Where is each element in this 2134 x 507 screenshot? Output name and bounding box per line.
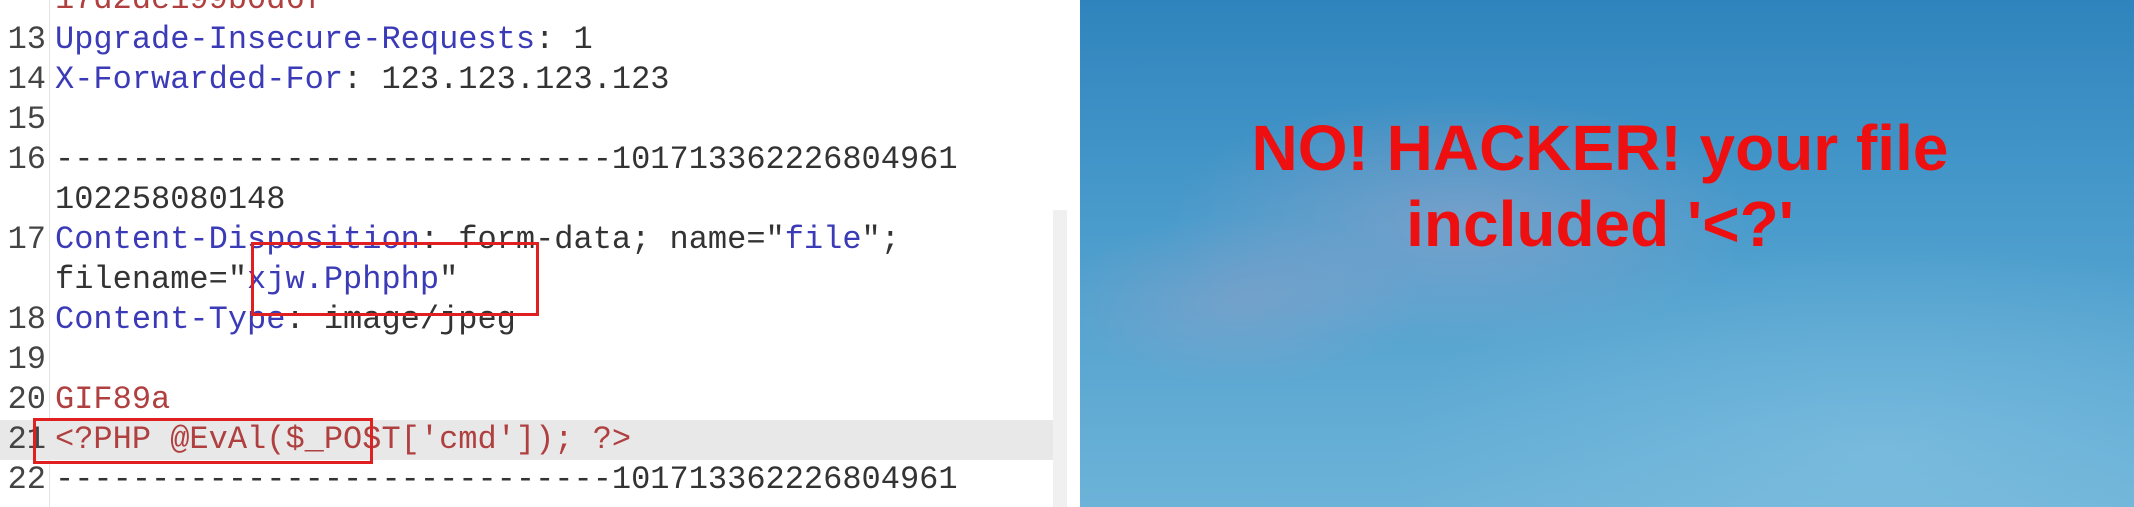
line-content[interactable]: -----------------------------10171336222… — [55, 460, 958, 500]
line-number: 17 — [7, 221, 46, 258]
code-token: X-Forwarded-For — [55, 61, 344, 98]
line-number: 15 — [7, 101, 46, 138]
code-line[interactable]: 14 X-Forwarded-For: 123.123.123.123 — [0, 60, 1053, 100]
code-token: GIF89a — [55, 381, 171, 418]
code-token: filename=" — [55, 261, 248, 298]
code-line[interactable]: 19 — [0, 340, 1053, 380]
line-number: 14 — [7, 61, 46, 98]
line-content[interactable]: 102258080148 — [55, 180, 285, 220]
code-token: -----------------------------10171336222… — [55, 461, 958, 498]
response-render-pane: NO! HACKER! your file included '<?' — [1080, 0, 2134, 507]
code-token: 102258080148 — [55, 181, 286, 218]
code-line[interactable]: 102258080148 — [0, 180, 1053, 220]
error-message-line-2: included '<?' — [1406, 188, 1794, 260]
line-content[interactable]: X-Forwarded-For: 123.123.123.123 — [55, 60, 670, 100]
code-token: 17d2de199b0d6f — [55, 0, 324, 18]
line-content[interactable]: 17d2de199b0d6f — [55, 0, 324, 20]
code-line[interactable]: 15 — [0, 100, 1053, 140]
code-token: Upgrade-Insecure-Requests — [55, 21, 536, 58]
line-number: 13 — [7, 21, 46, 58]
line-number: 20 — [7, 381, 46, 418]
line-content[interactable]: GIF89a — [55, 380, 170, 420]
code-line[interactable]: 13 Upgrade-Insecure-Requests: 1 — [0, 20, 1053, 60]
line-number: 19 — [7, 341, 46, 378]
php-tag-highlight-box — [33, 418, 373, 464]
pane-splitter[interactable] — [1072, 0, 1080, 507]
code-token: "; — [861, 221, 900, 258]
code-token: : 1 — [535, 21, 593, 58]
error-message: NO! HACKER! your file included '<?' — [1230, 110, 1970, 262]
line-number: 22 — [7, 461, 46, 498]
line-number: 16 — [7, 141, 46, 178]
filename-highlight-box — [251, 242, 539, 316]
line-content[interactable]: -----------------------------10171336222… — [55, 140, 958, 180]
line-content[interactable]: Upgrade-Insecure-Requests: 1 — [55, 20, 593, 60]
code-token: : 123.123.123.123 — [343, 61, 670, 98]
vertical-scrollbar[interactable] — [1053, 210, 1067, 507]
code-line[interactable]: 16 -----------------------------101713362… — [0, 140, 1053, 180]
request-editor[interactable]: 17d2de199b0d6f 13Upgrade-Insecure-Request… — [0, 0, 1072, 507]
code-token: -----------------------------10171336222… — [55, 141, 958, 178]
line-number: 18 — [7, 301, 46, 338]
code-line[interactable]: 20 GIF89a — [0, 380, 1053, 420]
code-token: file — [784, 221, 862, 258]
code-line[interactable]: 22 -----------------------------101713362… — [0, 460, 1053, 500]
code-line[interactable]: 17d2de199b0d6f — [0, 0, 1053, 20]
error-message-line-1: NO! HACKER! your file — [1251, 112, 1949, 184]
